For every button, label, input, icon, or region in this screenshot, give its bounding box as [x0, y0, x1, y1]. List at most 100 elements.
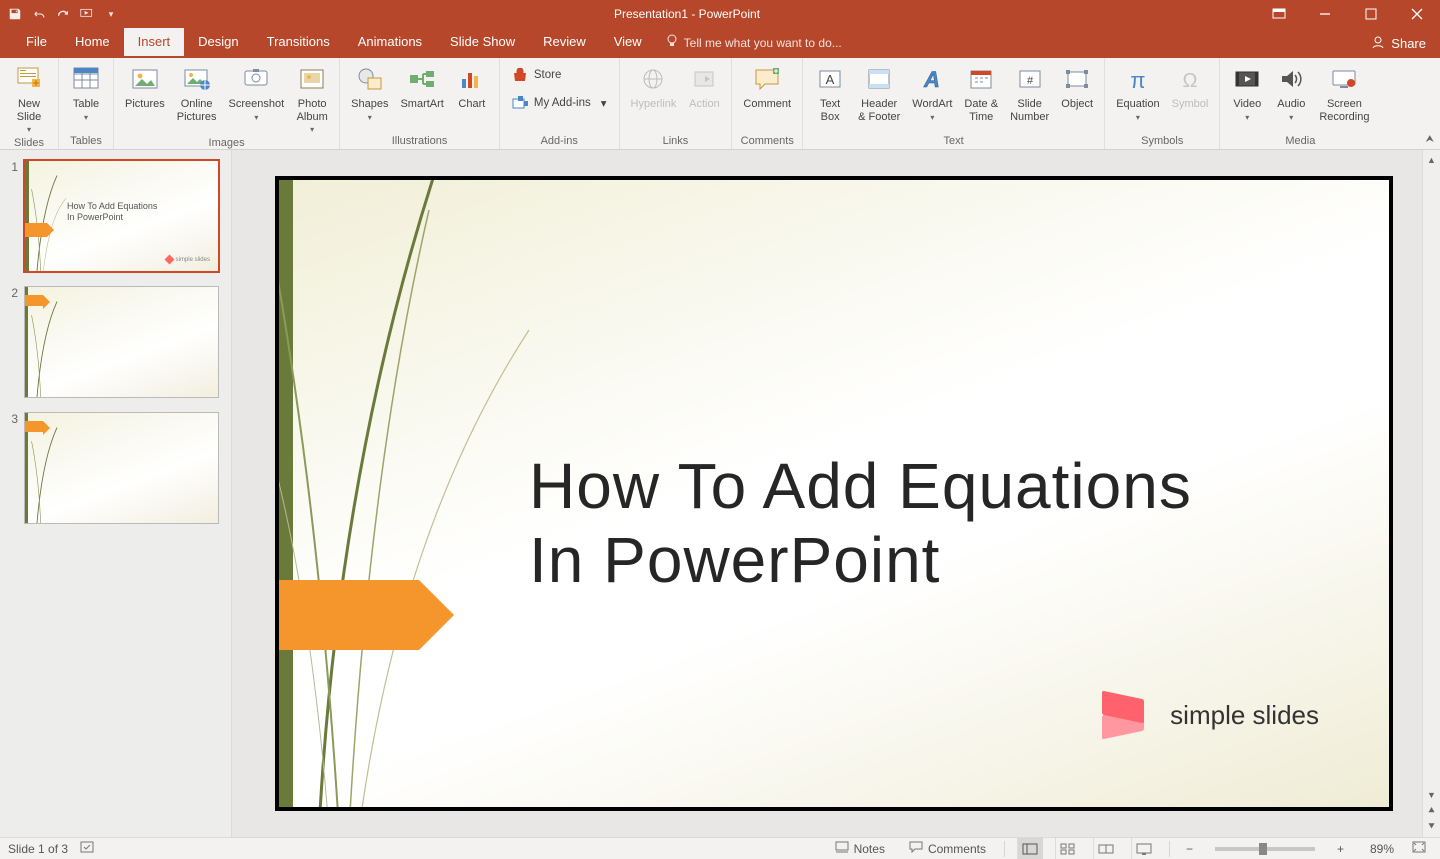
shapes-icon [354, 63, 386, 95]
store-button[interactable]: Store [506, 64, 613, 86]
screenshot-icon [240, 63, 272, 95]
spellcheck-icon[interactable] [80, 840, 96, 857]
online-pictures-button[interactable]: Online Pictures [172, 60, 222, 123]
hyperlink-button: Hyperlink [626, 60, 682, 111]
online-pictures-icon [181, 63, 213, 95]
redo-icon[interactable] [56, 7, 70, 21]
object-icon [1061, 63, 1093, 95]
zoom-in-button[interactable]: + [1333, 842, 1348, 856]
share-button[interactable]: Share [1357, 28, 1440, 58]
svg-text:A: A [826, 72, 835, 87]
table-button[interactable]: Table▾ [65, 60, 107, 122]
photo-album-button[interactable]: Photo Album▾ [291, 60, 333, 134]
start-slideshow-icon[interactable] [80, 7, 94, 21]
tab-review[interactable]: Review [529, 28, 600, 56]
group-label-images: Images [120, 134, 333, 151]
qat-customize-icon[interactable]: ▾ [104, 7, 118, 21]
action-label: Action [689, 98, 720, 111]
zoom-slider[interactable] [1215, 847, 1315, 851]
slide-title-text[interactable]: How To Add EquationsIn PowerPoint [529, 450, 1192, 597]
store-icon [512, 67, 528, 83]
equation-label: Equation [1116, 98, 1159, 111]
share-icon [1371, 35, 1385, 52]
shapes-button[interactable]: Shapes▾ [346, 60, 393, 122]
table-icon [70, 63, 102, 95]
comments-label: Comments [928, 842, 986, 856]
ribbon-group-media: Video▾ Audio▾ Screen Recording Media [1220, 58, 1380, 149]
my-addins-button[interactable]: My Add-ins ▾ [506, 92, 613, 114]
window-title: Presentation1 - PowerPoint [118, 7, 1256, 21]
normal-view-button[interactable] [1017, 838, 1043, 859]
tab-file[interactable]: File [12, 28, 61, 55]
table-label: Table [73, 98, 99, 111]
ribbon-display-options-icon[interactable] [1256, 0, 1302, 28]
text-box-button[interactable]: A Text Box [809, 60, 851, 123]
tab-slideshow[interactable]: Slide Show [436, 28, 529, 56]
object-button[interactable]: Object [1056, 60, 1098, 111]
notes-icon [835, 841, 849, 856]
wordart-icon: A [916, 63, 948, 95]
next-slide-icon[interactable]: ⯆ [1427, 819, 1436, 835]
undo-icon[interactable] [32, 7, 46, 21]
audio-button[interactable]: Audio▾ [1270, 60, 1312, 122]
collapse-ribbon-icon[interactable]: ⮝ [1426, 134, 1435, 145]
prev-slide-icon[interactable]: ⯅ [1427, 803, 1436, 819]
status-bar: Slide 1 of 3 Notes Comments − + 89% [0, 837, 1440, 859]
reading-view-button[interactable] [1093, 838, 1119, 859]
my-addins-icon [512, 95, 528, 111]
share-label: Share [1391, 36, 1426, 51]
pictures-button[interactable]: Pictures [120, 60, 170, 111]
tab-insert[interactable]: Insert [124, 28, 185, 56]
tab-transitions[interactable]: Transitions [253, 28, 344, 56]
screenshot-button[interactable]: Screenshot▾ [224, 60, 290, 122]
slide-sorter-view-button[interactable] [1055, 838, 1081, 859]
chart-button[interactable]: Chart [451, 60, 493, 111]
comments-button[interactable]: Comments [903, 838, 992, 859]
tell-me-search[interactable]: Tell me what you want to do... [656, 28, 852, 57]
minimize-icon[interactable] [1302, 0, 1348, 28]
maximize-icon[interactable] [1348, 0, 1394, 28]
equation-button[interactable]: π Equation▾ [1111, 60, 1164, 122]
comment-button[interactable]: Comment [738, 60, 796, 111]
new-slide-button[interactable]: New Slide▾ [6, 60, 52, 134]
group-label-comments: Comments [738, 132, 796, 149]
photo-album-icon [296, 63, 328, 95]
fit-to-window-button[interactable] [1406, 841, 1432, 856]
ribbon: New Slide▾ Slides Table▾ Tables Pictures… [0, 58, 1440, 150]
zoom-percentage[interactable]: 89% [1360, 842, 1394, 856]
header-footer-button[interactable]: Header & Footer [853, 60, 905, 123]
comment-label: Comment [743, 98, 791, 111]
tab-home[interactable]: Home [61, 28, 124, 56]
notes-button[interactable]: Notes [829, 838, 891, 859]
date-time-label: Date & Time [964, 98, 998, 123]
tab-design[interactable]: Design [184, 28, 252, 56]
slide-thumbnails-panel: 1 How To Add Equations In PowerPoint sim… [0, 150, 232, 837]
close-icon[interactable] [1394, 0, 1440, 28]
wordart-button[interactable]: A WordArt▾ [907, 60, 957, 122]
slide-canvas[interactable]: How To Add EquationsIn PowerPoint simple… [275, 176, 1393, 811]
symbol-icon: Ω [1174, 63, 1206, 95]
slide-thumbnail-1[interactable]: How To Add Equations In PowerPoint simpl… [24, 160, 219, 272]
screen-recording-button[interactable]: Screen Recording [1314, 60, 1374, 123]
slide-number-button[interactable]: # Slide Number [1005, 60, 1054, 123]
slide-thumbnail-2[interactable] [24, 286, 219, 398]
save-icon[interactable] [8, 7, 22, 21]
video-button[interactable]: Video▾ [1226, 60, 1268, 122]
tab-view[interactable]: View [600, 28, 656, 56]
group-label-tables: Tables [65, 132, 107, 149]
object-label: Object [1061, 98, 1093, 111]
ribbon-tabs: File Home Insert Design Transitions Anim… [0, 28, 1440, 58]
smartart-label: SmartArt [400, 98, 443, 111]
slideshow-view-button[interactable] [1131, 838, 1157, 859]
equation-icon: π [1122, 63, 1154, 95]
window-controls [1256, 0, 1440, 28]
tab-animations[interactable]: Animations [344, 28, 436, 56]
date-time-button[interactable]: Date & Time [959, 60, 1003, 123]
scroll-up-icon[interactable]: ▲ [1427, 152, 1436, 168]
smartart-button[interactable]: SmartArt [395, 60, 448, 111]
zoom-out-button[interactable]: − [1182, 842, 1197, 856]
slide-thumbnail-3[interactable] [24, 412, 219, 524]
scroll-down-icon[interactable]: ▼ [1427, 787, 1436, 803]
vertical-scrollbar[interactable]: ▲ ▼ ⯅ ⯆ [1422, 150, 1440, 837]
status-slide-count: Slide 1 of 3 [8, 842, 68, 856]
